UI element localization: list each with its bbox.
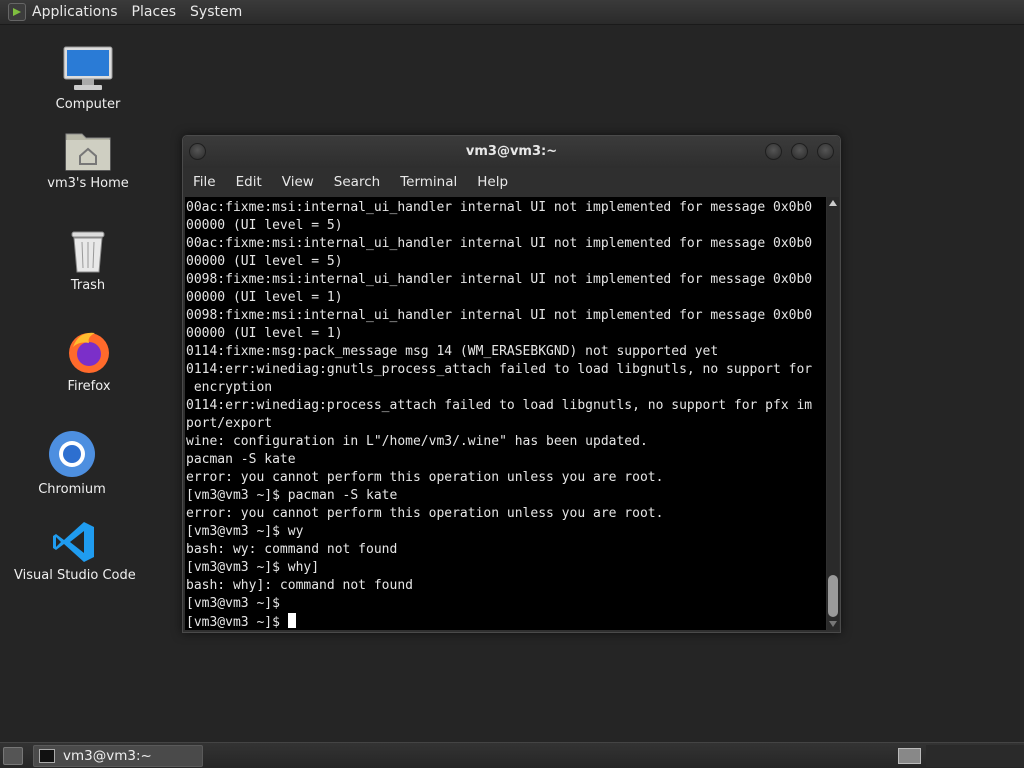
scroll-down-icon[interactable] xyxy=(829,621,837,627)
workspace-switcher[interactable] xyxy=(898,748,921,764)
terminal-line: 00ac:fixme:msi:internal_ui_handler inter… xyxy=(186,200,813,215)
terminal-prompt: [vm3@vm3 ~]$ xyxy=(186,615,288,630)
terminal-line: 0114:err:winediag:gnutls_process_attach … xyxy=(186,362,813,377)
desktop-icon-label: vm3's Home xyxy=(47,176,129,191)
terminal-line: bash: wy: command not found xyxy=(186,542,398,557)
terminal-line: 00000 (UI level = 1) xyxy=(186,326,343,341)
menu-view[interactable]: View xyxy=(282,174,314,190)
terminal-line: [vm3@vm3 ~]$ xyxy=(186,596,280,611)
menu-edit[interactable]: Edit xyxy=(236,174,262,190)
desktop-icon-home[interactable]: vm3's Home xyxy=(28,128,148,191)
window-titlebar[interactable]: vm3@vm3:~ xyxy=(183,136,840,168)
menu-terminal[interactable]: Terminal xyxy=(400,174,457,190)
trash-icon xyxy=(71,231,105,273)
terminal-line: 00000 (UI level = 5) xyxy=(186,254,343,269)
terminal-line: [vm3@vm3 ~]$ wy xyxy=(186,524,304,539)
desktop-icon-computer[interactable]: Computer xyxy=(28,45,148,112)
terminal-line: 00000 (UI level = 5) xyxy=(186,218,343,233)
workspace-area[interactable] xyxy=(926,745,1024,767)
terminal-line: 0114:fixme:msg:pack_message msg 14 (WM_E… xyxy=(186,344,719,359)
desktop-icon-label: Computer xyxy=(55,97,121,112)
vscode-icon xyxy=(53,522,94,562)
text-cursor xyxy=(287,613,296,628)
taskbar-label: vm3@vm3:~ xyxy=(63,748,152,764)
terminal-line: 00000 (UI level = 1) xyxy=(186,290,343,305)
close-icon[interactable] xyxy=(817,143,834,160)
desktop-icon-chromium[interactable]: Chromium xyxy=(12,430,132,497)
window-title: vm3@vm3:~ xyxy=(465,144,558,159)
desktop-icon-label: Trash xyxy=(70,278,106,293)
terminal-line: wine: configuration in L"/home/vm3/.wine… xyxy=(186,434,648,449)
desktop-icon-label: Chromium xyxy=(38,482,106,497)
bottom-panel: vm3@vm3:~ xyxy=(0,742,1024,768)
maximize-icon[interactable] xyxy=(791,143,808,160)
terminal-line: error: you cannot perform this operation… xyxy=(186,506,664,521)
terminal-prompt-line[interactable]: [vm3@vm3 ~]$ xyxy=(186,613,826,630)
desktop-icon-vscode[interactable]: Visual Studio Code xyxy=(14,520,136,583)
top-panel: Applications Places System xyxy=(0,0,1024,25)
desktop-icon-firefox[interactable]: Firefox xyxy=(29,327,149,394)
terminal-line: 0098:fixme:msi:internal_ui_handler inter… xyxy=(186,308,813,323)
desktop-icon-trash[interactable]: Trash xyxy=(28,228,148,293)
terminal-line: 0114:err:winediag:process_attach failed … xyxy=(186,398,813,413)
desktop-icon-label: Visual Studio Code xyxy=(14,568,136,583)
system-menu[interactable]: System xyxy=(190,4,242,20)
terminal-icon xyxy=(39,749,55,763)
places-menu[interactable]: Places xyxy=(132,4,177,20)
scroll-up-icon[interactable] xyxy=(829,200,837,206)
menu-logo-icon[interactable] xyxy=(8,3,26,21)
chromium-icon xyxy=(49,431,95,477)
terminal-line: [vm3@vm3 ~]$ why] xyxy=(186,560,320,575)
minimize-icon[interactable] xyxy=(765,143,782,160)
menu-search[interactable]: Search xyxy=(334,174,380,190)
terminal-line: [vm3@vm3 ~]$ pacman -S kate xyxy=(186,488,398,503)
terminal-line: bash: why]: command not found xyxy=(186,578,413,593)
terminal-line: port/export xyxy=(186,416,273,431)
applications-menu[interactable]: Applications xyxy=(32,4,118,20)
terminal-menubar: File Edit View Search Terminal Help xyxy=(183,168,840,195)
menu-help[interactable]: Help xyxy=(477,174,508,190)
terminal-window[interactable]: vm3@vm3:~ File Edit View Search Terminal… xyxy=(182,135,841,633)
terminal-output[interactable]: 00ac:fixme:msi:internal_ui_handler inter… xyxy=(185,197,826,630)
window-menu-icon[interactable] xyxy=(189,143,206,160)
menu-file[interactable]: File xyxy=(193,174,216,190)
computer-icon xyxy=(63,46,113,90)
firefox-icon xyxy=(69,332,109,373)
desktop-icon-label: Firefox xyxy=(67,379,111,394)
terminal-scrollbar[interactable] xyxy=(827,197,839,630)
terminal-line: 0098:fixme:msi:internal_ui_handler inter… xyxy=(186,272,813,287)
show-desktop-icon[interactable] xyxy=(3,747,23,765)
terminal-line: 00ac:fixme:msi:internal_ui_handler inter… xyxy=(186,236,813,251)
home-folder-icon xyxy=(65,133,111,171)
scroll-thumb[interactable] xyxy=(828,575,838,617)
terminal-line: pacman -S kate xyxy=(186,452,296,467)
taskbar-button-terminal[interactable]: vm3@vm3:~ xyxy=(33,745,203,767)
terminal-line: encryption xyxy=(186,380,273,395)
terminal-line: error: you cannot perform this operation… xyxy=(186,470,664,485)
